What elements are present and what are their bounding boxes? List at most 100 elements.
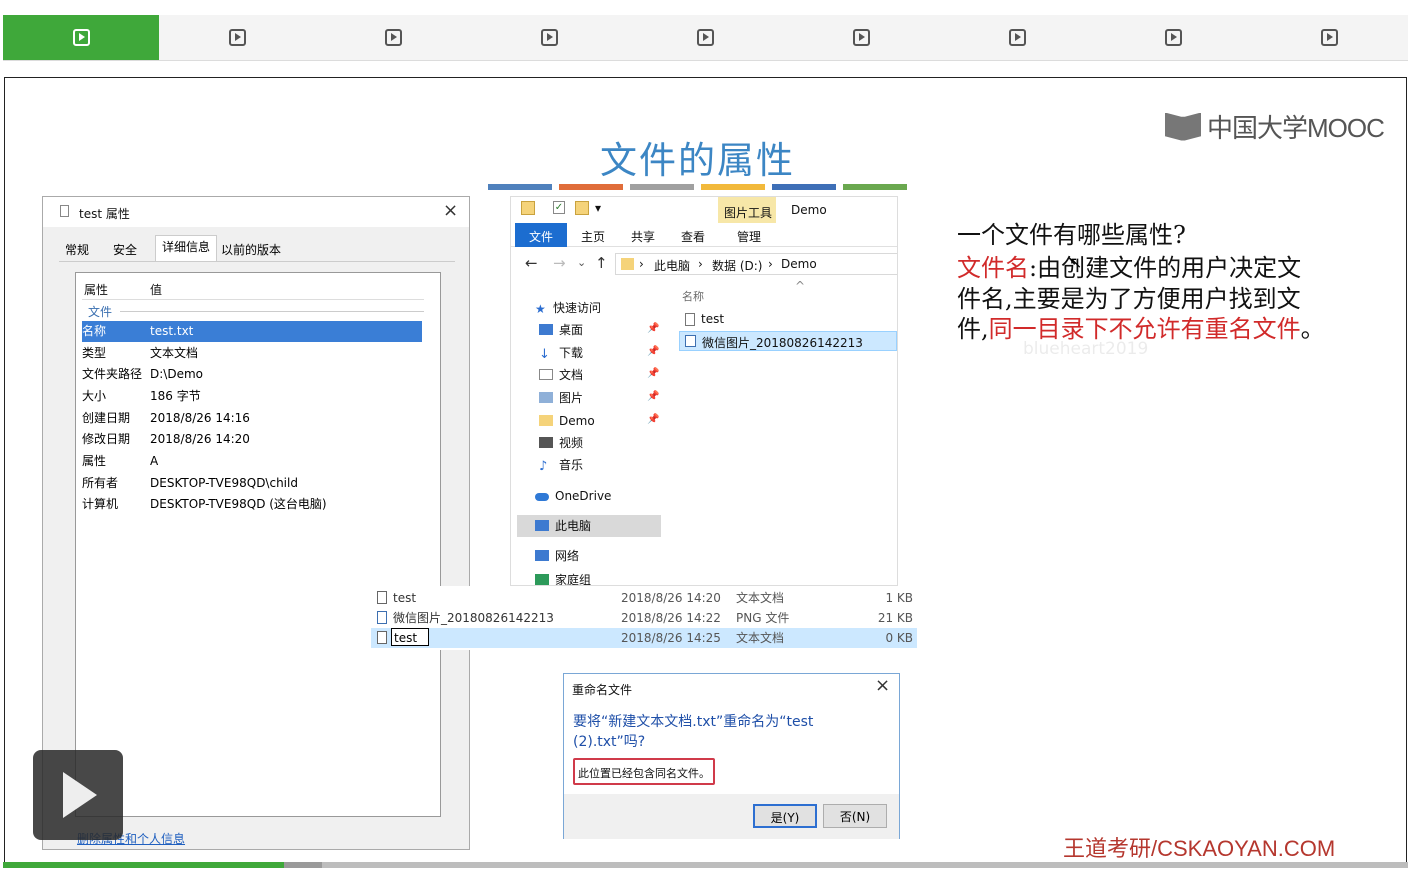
video-slide: 文件的属性 中国大学MOOC test 属性 × 常规 安全 详细信息 以前的版… xyxy=(4,77,1407,864)
breadcrumb-this-pc[interactable]: 此电脑 xyxy=(654,257,690,274)
footer-credit: 王道考研/CSKAOYAN.COM xyxy=(1063,836,1336,861)
list-item[interactable]: test xyxy=(679,310,893,330)
rename-message: 要将“新建文本文档.txt”重命名为“test (2).txt”吗? xyxy=(573,714,814,750)
text-line-1: 一个文件有哪些属性? xyxy=(957,221,1186,249)
no-button[interactable]: 否(N) xyxy=(823,804,887,828)
chapter-5[interactable] xyxy=(627,15,783,60)
header-divider xyxy=(82,299,424,300)
table-row[interactable]: 所有者 DESKTOP-TVE98QD\child xyxy=(82,473,422,494)
chapter-2[interactable] xyxy=(159,15,315,60)
progress-fill xyxy=(3,862,284,868)
progress-buffer xyxy=(284,862,322,868)
nav-network[interactable]: 网络 xyxy=(511,545,661,567)
nav-this-pc[interactable]: 此电脑 xyxy=(511,515,661,537)
table-row[interactable]: 微信图片_20180826142213 2018/8/26 14:22 PNG 文件… xyxy=(371,608,917,628)
table-row[interactable]: 大小 186 字节 xyxy=(82,386,422,407)
breadcrumb-demo[interactable]: Demo xyxy=(781,257,817,271)
tab-file[interactable]: 文件 xyxy=(529,228,553,245)
col-property: 属性 xyxy=(84,283,109,297)
nav-videos[interactable]: 视频 xyxy=(511,432,661,454)
play-icon xyxy=(228,29,246,46)
nav-homegroup[interactable]: 家庭组 xyxy=(511,569,661,585)
nav-demo[interactable]: Demo xyxy=(511,410,661,432)
image-file-icon xyxy=(685,335,696,347)
folder-icon xyxy=(521,201,535,215)
tab-share[interactable]: 共享 xyxy=(631,228,655,245)
back-icon[interactable]: ← xyxy=(525,254,538,272)
video-icon xyxy=(539,437,553,448)
pin-icon[interactable]: 📌 xyxy=(647,368,659,379)
chevron-down-icon[interactable]: ⌄ xyxy=(577,256,586,269)
tab-home[interactable]: 主页 xyxy=(581,228,605,245)
close-icon[interactable]: × xyxy=(443,200,458,221)
title-bar-orange xyxy=(559,184,623,190)
cloud-icon xyxy=(535,493,549,501)
explorer-window: ✓ ▾ 图片工具 Demo 文件 主页 共享 查看 管理 ← → ⌄ ↑ › 此… xyxy=(510,196,898,586)
sort-icon: ^ xyxy=(795,279,806,293)
tab-previous-versions[interactable]: 以前的版本 xyxy=(215,239,287,261)
play-icon xyxy=(696,29,714,46)
col-name[interactable]: 名称 xyxy=(682,288,704,304)
chapter-9[interactable] xyxy=(1252,15,1408,60)
pin-icon[interactable]: 📌 xyxy=(647,346,659,357)
new-folder-icon[interactable] xyxy=(575,201,589,215)
table-row[interactable]: 属性 A xyxy=(82,451,422,472)
table-row[interactable]: 类型 文本文档 xyxy=(82,343,422,364)
yes-button[interactable]: 是(Y) xyxy=(753,804,817,828)
table-row[interactable]: 计算机 DESKTOP-TVE98QD (这台电脑) xyxy=(82,494,422,515)
up-icon[interactable]: ↑ xyxy=(595,254,608,272)
mooc-logo: 中国大学MOOC xyxy=(1165,108,1385,145)
close-icon[interactable]: × xyxy=(875,675,890,696)
folder-icon xyxy=(621,258,634,270)
title-bar-green xyxy=(843,184,907,190)
list-item[interactable]: 微信图片_20180826142213 xyxy=(679,331,897,351)
tab-view[interactable]: 查看 xyxy=(681,228,705,245)
table-row[interactable]: 文件夹路径 D:\Demo xyxy=(82,364,422,385)
breadcrumb-drive[interactable]: 数据 (D:) xyxy=(712,257,762,274)
book-icon xyxy=(1165,112,1201,141)
chapter-1[interactable] xyxy=(3,15,160,60)
file-icon xyxy=(377,591,387,604)
file-icon xyxy=(685,313,695,326)
table-row[interactable]: test 2018/8/26 14:20 文本文档 1 KB xyxy=(371,588,917,608)
chapter-3[interactable] xyxy=(315,15,471,60)
group-file: 文件 xyxy=(88,305,113,319)
forward-icon[interactable]: → xyxy=(553,254,566,272)
nav-quick-access[interactable]: ★ 快速访问 xyxy=(511,297,661,319)
homegroup-icon xyxy=(535,574,549,585)
tab-manage[interactable]: 管理 xyxy=(737,228,761,245)
chapter-bar xyxy=(3,15,1408,61)
table-row[interactable]: 名称 test.txt xyxy=(82,321,422,342)
nav-music[interactable]: ♪ 音乐 xyxy=(511,454,661,476)
nav-onedrive[interactable]: OneDrive xyxy=(511,485,661,507)
group-divider xyxy=(120,311,424,312)
tab-general[interactable]: 常规 xyxy=(59,239,95,261)
pin-icon[interactable]: 📌 xyxy=(647,323,659,334)
star-icon: ★ xyxy=(535,302,546,316)
play-icon xyxy=(1009,29,1027,46)
chapter-4[interactable] xyxy=(471,15,627,60)
table-row[interactable]: test 2018/8/26 14:25 文本文档 0 KB xyxy=(371,628,917,648)
progress-bar[interactable] xyxy=(3,862,1408,868)
play-button[interactable] xyxy=(33,750,123,840)
properties-icon[interactable]: ✓ xyxy=(553,201,565,214)
chapter-8[interactable] xyxy=(1096,15,1252,60)
table-row[interactable]: 修改日期 2018/8/26 14:20 xyxy=(82,429,422,450)
tab-security[interactable]: 安全 xyxy=(107,239,143,261)
chevron-down-icon[interactable]: ▾ xyxy=(595,201,601,215)
pin-icon[interactable]: 📌 xyxy=(647,414,659,425)
nav-documents[interactable]: 文档 xyxy=(511,364,661,386)
nav-pictures[interactable]: 图片 xyxy=(511,387,661,409)
table-row[interactable]: 创建日期 2018/8/26 14:16 xyxy=(82,408,422,429)
chapter-6[interactable] xyxy=(784,15,940,60)
play-icon xyxy=(384,29,402,46)
pin-icon[interactable]: 📌 xyxy=(647,391,659,402)
file-icon xyxy=(377,631,387,644)
nav-desktop[interactable]: 桌面 xyxy=(511,319,661,341)
chapter-7[interactable] xyxy=(940,15,1096,60)
tab-details[interactable]: 详细信息 xyxy=(155,235,218,262)
play-icon xyxy=(1321,29,1339,46)
image-file-icon xyxy=(377,611,387,624)
ribbon-tool-label: 图片工具 xyxy=(724,206,773,220)
nav-downloads[interactable]: ↓ 下载 xyxy=(511,342,661,364)
